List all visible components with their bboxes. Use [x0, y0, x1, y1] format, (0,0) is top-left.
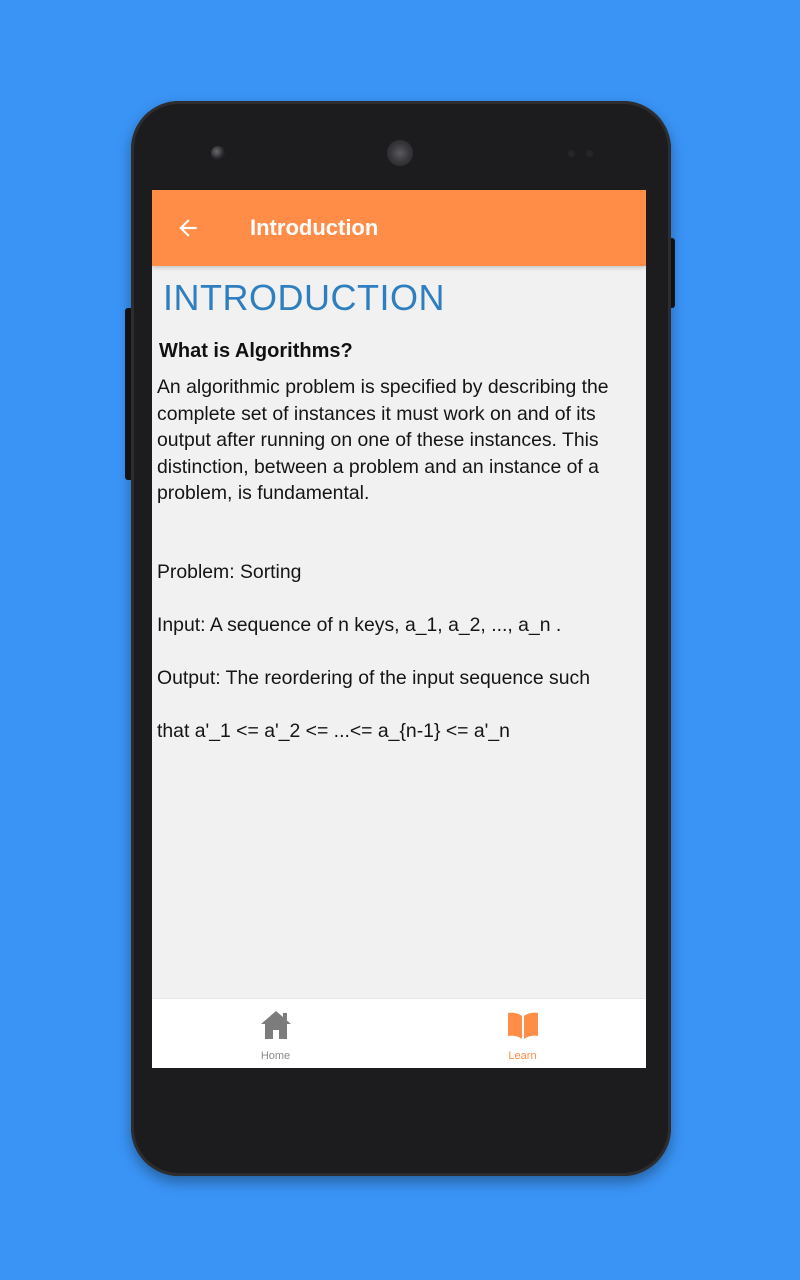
section-heading: INTRODUCTION: [163, 277, 445, 318]
nav-item-learn[interactable]: Learn: [399, 999, 646, 1068]
back-button[interactable]: [170, 210, 206, 246]
app-screen: Introduction INTRODUCTION What is Algori…: [152, 190, 646, 1068]
light-sensor: [586, 150, 593, 157]
earpiece-speaker: [387, 140, 413, 166]
output-line-continued: that a'_1 <= a'_2 <= ...<= a_{n-1} <= a'…: [157, 720, 510, 742]
output-line: Output: The reordering of the input sequ…: [157, 667, 590, 689]
input-line: Input: A sequence of n keys, a_1, a_2, .…: [157, 614, 562, 636]
nav-label-home: Home: [260, 1050, 291, 1062]
page-title: Introduction: [250, 215, 379, 240]
nav-item-home[interactable]: Home: [152, 999, 399, 1068]
front-camera: [211, 146, 225, 160]
app-bar: Introduction: [152, 190, 646, 266]
arrow-left-icon: [179, 219, 197, 237]
lesson-content: INTRODUCTION What is Algorithms? An algo…: [157, 276, 641, 771]
bottom-navigation: Home Learn: [152, 998, 646, 1068]
intro-paragraph: An algorithmic problem is specified by d…: [157, 376, 609, 504]
proximity-sensor: [568, 150, 575, 157]
problem-block: Problem: Sorting Input: A sequence of n …: [157, 533, 641, 772]
nav-label-learn: Learn: [508, 1050, 537, 1062]
problem-line: Problem: Sorting: [157, 561, 302, 583]
question-heading: What is Algorithms?: [159, 340, 353, 362]
book-icon: [507, 1012, 538, 1039]
home-icon: [260, 1011, 291, 1039]
